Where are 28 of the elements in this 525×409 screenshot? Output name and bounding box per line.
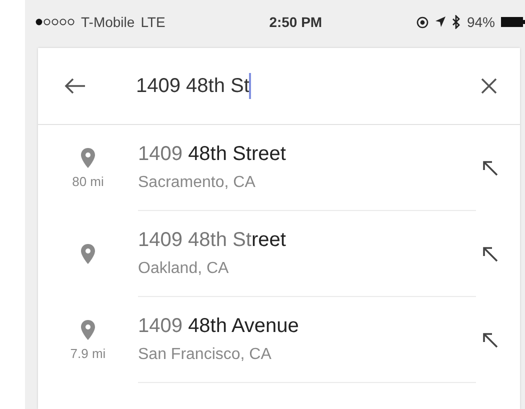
suggestion-row[interactable]: 7.9 mi 1409 48th Avenue San Francisco, CA [38, 297, 520, 383]
suggestion-title: 1409 48th Street [138, 229, 287, 252]
up-left-arrow-icon [482, 332, 498, 348]
suggestion-subtitle: San Francisco, CA [138, 346, 272, 364]
pin-icon [81, 148, 95, 168]
carrier-name: T-Mobile [81, 14, 135, 30]
suggestion-title: 1409 48th Avenue [138, 315, 300, 338]
suggestion-title: 1409 48th Street [138, 143, 287, 166]
up-left-arrow-icon [482, 246, 498, 262]
suggestion-subtitle: Oakland, CA [138, 260, 230, 278]
bluetooth-icon [452, 15, 461, 29]
distance-label: 80 mi [72, 174, 104, 188]
close-icon [480, 77, 498, 95]
suggestion-subtitle: Sacramento, CA [138, 174, 256, 192]
distance-label: 7.9 mi [70, 346, 106, 360]
up-left-arrow-icon [482, 160, 498, 176]
battery-percent: 94% [466, 14, 495, 30]
signal-icon [35, 18, 75, 26]
back-arrow-icon [64, 77, 86, 95]
search-field[interactable]: 1409 48th St [136, 66, 474, 106]
network-type: LTE [140, 14, 166, 30]
location-arrow-icon [434, 16, 446, 28]
pin-icon [81, 320, 95, 340]
battery-icon [501, 16, 525, 28]
suggestion-row[interactable]: 1409 48th Street Oakland, CA [38, 211, 520, 297]
suggestion-row[interactable]: 80 mi 1409 48th Street Sacramento, CA [38, 125, 520, 211]
pin-icon [81, 244, 95, 264]
status-time: 2:50 PM [269, 14, 322, 30]
